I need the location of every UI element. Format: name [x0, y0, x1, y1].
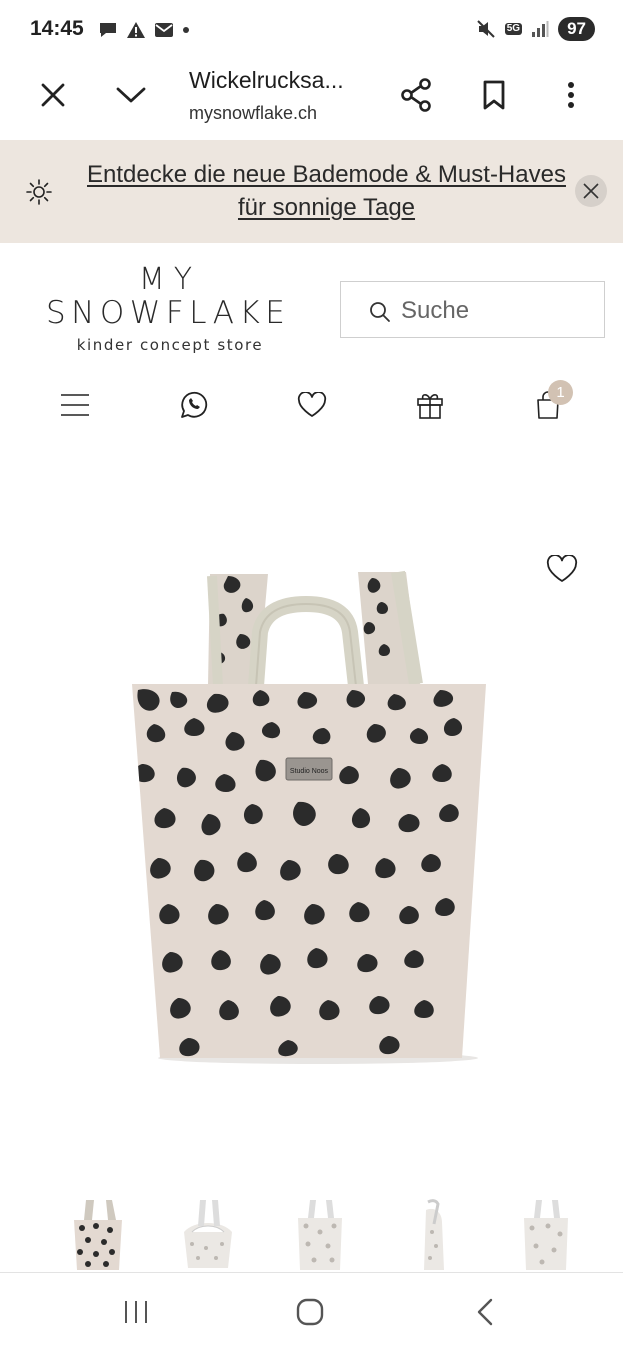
- android-navigation-bar: [0, 1272, 623, 1351]
- recent-apps-button[interactable]: [118, 1297, 154, 1327]
- status-system-icons: 5G 97: [476, 16, 595, 42]
- logo-line-2: SNOWFLAKE: [46, 295, 291, 331]
- cart-count-badge: 1: [548, 380, 573, 405]
- gift-icon: [417, 394, 443, 419]
- more-vert-icon: [568, 82, 574, 108]
- gift-button[interactable]: [410, 389, 450, 421]
- wishlist-button[interactable]: [292, 389, 332, 421]
- thumbnail-1[interactable]: [68, 1198, 128, 1272]
- share-icon: [401, 78, 431, 112]
- home-icon: [296, 1298, 324, 1326]
- whatsapp-icon: [181, 391, 208, 418]
- network-5g-icon: 5G: [504, 23, 523, 35]
- back-icon: [477, 1298, 493, 1326]
- bookmark-icon: [483, 80, 505, 110]
- whatsapp-button[interactable]: [173, 389, 213, 421]
- page-domain[interactable]: mysnowflake.ch: [189, 103, 317, 124]
- search-icon: [370, 302, 390, 322]
- product-image[interactable]: Studio Noos: [128, 568, 490, 1066]
- sun-icon: [26, 179, 52, 205]
- close-tab-button[interactable]: [36, 78, 70, 112]
- heart-icon: [297, 392, 327, 417]
- menu-button[interactable]: [55, 389, 95, 421]
- thumbnail-2[interactable]: [178, 1198, 238, 1272]
- mute-icon: [477, 20, 495, 38]
- back-button[interactable]: [468, 1295, 502, 1329]
- menu-icon: [61, 394, 89, 416]
- share-button[interactable]: [398, 77, 434, 113]
- status-notification-icons: [98, 20, 190, 40]
- minimize-button[interactable]: [112, 80, 150, 110]
- close-icon: [575, 175, 607, 207]
- bookmark-button[interactable]: [478, 78, 510, 112]
- home-button[interactable]: [292, 1295, 328, 1329]
- battery-icon: 97: [558, 17, 595, 41]
- mail-icon: [155, 23, 173, 37]
- product-wishlist-button[interactable]: [546, 554, 578, 588]
- close-icon: [41, 83, 65, 107]
- dot-icon: [183, 27, 189, 33]
- thumbnail-4[interactable]: [404, 1198, 464, 1272]
- thumbnail-5[interactable]: [516, 1198, 576, 1272]
- promo-close-button[interactable]: [575, 175, 607, 212]
- page-title[interactable]: Wickelrucksa...: [189, 67, 344, 94]
- status-time: 14:45: [30, 17, 84, 40]
- thumbnail-3[interactable]: [290, 1198, 350, 1272]
- signal-icon: [532, 21, 549, 37]
- logo-line-1: MY: [138, 262, 202, 297]
- search-box[interactable]: [340, 281, 605, 338]
- search-input[interactable]: [399, 294, 598, 328]
- chevron-down-icon: [116, 87, 146, 103]
- promo-banner: Entdecke die neue Bademode & Must-Haves …: [0, 140, 623, 243]
- status-bar: 14:45 5G 97: [0, 0, 623, 58]
- browser-toolbar: Wickelrucksa... mysnowflake.ch: [0, 58, 623, 140]
- chat-bubble-icon: [100, 23, 116, 37]
- more-menu-button[interactable]: [558, 78, 584, 112]
- heart-icon: [546, 554, 578, 582]
- warning-icon: [127, 22, 145, 38]
- recent-apps-icon: [125, 1301, 147, 1323]
- product-label: Studio Noos: [290, 768, 329, 775]
- logo-tagline: kinder concept store: [76, 336, 264, 354]
- promo-link[interactable]: Entdecke die neue Bademode & Must-Haves …: [70, 158, 583, 224]
